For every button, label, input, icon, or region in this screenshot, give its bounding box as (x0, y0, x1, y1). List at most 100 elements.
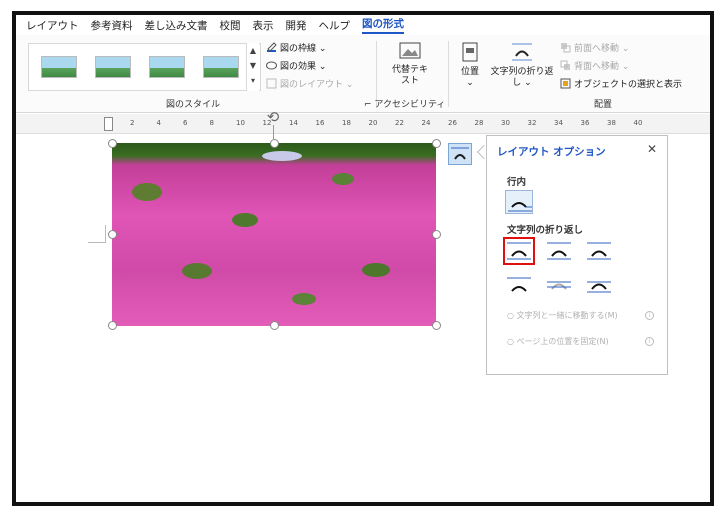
group-accessibility-label: ⌐ アクセシビリティ (364, 100, 446, 110)
ruler-number: 2 (130, 119, 135, 127)
wrap-square-option[interactable] (503, 237, 535, 265)
fix-position-option[interactable]: ○ ページ上の位置を固定(N) (507, 336, 627, 347)
group-picture-styles-label: 図のスタイル (166, 100, 221, 110)
horizontal-ruler[interactable]: 2 4 6 8 10 12 14 16 18 20 22 24 26 28 30 32 34 36 38 40 (16, 114, 710, 134)
chevron-up-icon[interactable]: ▲ (247, 43, 259, 58)
resize-handle[interactable] (108, 230, 117, 239)
picture-style-thumb[interactable] (149, 56, 185, 78)
alt-text-label: 代替テキスト (391, 65, 428, 86)
send-backward-icon (560, 60, 571, 74)
send-backward-label: 背面へ移動 (574, 62, 620, 72)
wrap-inline-icon (508, 202, 532, 212)
tab-picture-format[interactable]: 図の形式 (362, 16, 404, 34)
ruler-number: 6 (183, 119, 188, 127)
tab-references[interactable]: 参考資料 (91, 18, 133, 33)
tab-developer[interactable]: 開発 (286, 18, 307, 33)
wrap-in-front-icon (587, 281, 611, 293)
ruler-number: 40 (633, 119, 643, 127)
ruler-number: 36 (580, 119, 590, 127)
tab-help[interactable]: ヘルプ (319, 18, 351, 33)
tab-view[interactable]: 表示 (253, 18, 274, 33)
picture-border-button[interactable]: 図の枠線 ⌄ (266, 41, 326, 56)
wrap-text-label: 文字列の折り返し (490, 67, 554, 88)
picture-style-thumb[interactable] (203, 56, 239, 78)
selection-pane-label: オブジェクトの選択と表示 (574, 80, 683, 90)
indent-marker[interactable] (104, 117, 113, 131)
screenshot-frame: レイアウト 参考資料 差し込み文書 校閲 表示 開発 ヘルプ 図の形式 ▲ ▼ … (12, 11, 714, 506)
gallery-scroll[interactable]: ▲ ▼ ▾ (246, 43, 259, 91)
resize-handle[interactable] (270, 321, 279, 330)
picture-effects-button[interactable]: 図の効果 ⌄ (266, 59, 326, 74)
ruler-number: 8 (209, 119, 214, 127)
layout-options-button[interactable] (448, 143, 472, 165)
pane-title: レイアウト オプション (497, 146, 606, 158)
resize-handle[interactable] (432, 230, 441, 239)
bring-forward-button[interactable]: 前面へ移動 ⌄ (560, 41, 629, 56)
resize-handle[interactable] (108, 321, 117, 330)
alt-text-button[interactable]: 代替テキスト (388, 41, 432, 87)
picture-style-thumb[interactable] (95, 56, 131, 78)
wrap-top-bottom-option[interactable] (505, 272, 533, 296)
wrap-through-icon (587, 242, 611, 260)
position-label: 位置 (460, 67, 479, 77)
resize-handle[interactable] (432, 139, 441, 148)
section-inline: 行内 (507, 177, 527, 188)
resize-handle[interactable] (432, 321, 441, 330)
ruler-number: 4 (156, 119, 161, 127)
page-margin-corner (88, 225, 106, 243)
picture-styles-gallery (28, 43, 261, 91)
ruler-number: 34 (554, 119, 563, 127)
wrap-behind-text-icon (547, 281, 571, 290)
bring-forward-icon (560, 42, 571, 56)
tab-layout[interactable]: レイアウト (26, 18, 79, 33)
chevron-down-icon[interactable]: ▼ (247, 58, 259, 73)
bring-forward-label: 前面へ移動 (574, 44, 620, 54)
ruler-number: 24 (421, 119, 431, 127)
close-icon[interactable]: ✕ (647, 142, 657, 156)
position-button[interactable]: 位置 ⌄ (454, 41, 486, 89)
send-backward-button[interactable]: 背面へ移動 ⌄ (560, 59, 629, 74)
ruler-number: 22 (395, 119, 404, 127)
selection-pane-button[interactable]: オブジェクトの選択と表示 (560, 77, 682, 92)
wrap-tight-icon (547, 242, 571, 260)
inserted-picture[interactable] (112, 143, 436, 326)
rotate-handle-icon[interactable]: ⟲ (264, 108, 282, 126)
info-icon[interactable]: i (645, 311, 654, 320)
ruler-number: 30 (501, 119, 510, 127)
ruler-number: 32 (527, 119, 537, 127)
ruler-number: 38 (607, 119, 616, 127)
wrap-square-icon (507, 242, 531, 260)
picture-layout-label: 図のレイアウト (280, 80, 344, 90)
resize-handle[interactable] (108, 139, 117, 148)
picture-layout-button[interactable]: 図のレイアウト ⌄ (266, 77, 353, 92)
more-icon[interactable]: ▾ (247, 73, 259, 88)
layout-icon (266, 78, 277, 92)
wrap-through-option[interactable] (585, 239, 613, 263)
picture-style-thumb[interactable] (41, 56, 77, 78)
picture-border-label: 図の枠線 (280, 44, 317, 54)
ruler-number: 26 (448, 119, 457, 127)
wrap-tight-option[interactable] (545, 239, 573, 263)
layout-options-pane: レイアウト オプション ✕ 行内 文字列の折り返し ○ 文字列と一緒に移動する(… (486, 135, 668, 375)
alt-text-icon (388, 41, 432, 65)
position-icon (454, 41, 486, 67)
ruler-number: 10 (236, 119, 245, 127)
wrap-behind-text-option[interactable] (545, 272, 573, 296)
tab-review[interactable]: 校閲 (220, 18, 241, 33)
ruler-number: 20 (368, 119, 378, 127)
move-with-text-option[interactable]: ○ 文字列と一緒に移動する(M) (507, 310, 627, 321)
ribbon-tabs: レイアウト 参考資料 差し込み文書 校閲 表示 開発 ヘルプ 図の形式 (16, 15, 710, 35)
ruler-number: 28 (474, 119, 484, 127)
wrap-top-bottom-icon (507, 277, 531, 292)
tab-mailings[interactable]: 差し込み文書 (145, 18, 208, 33)
selection-pane-icon (560, 78, 571, 92)
wrap-inline-option[interactable] (505, 190, 533, 214)
ruler-number: 18 (342, 119, 351, 127)
wrap-text-button[interactable]: 文字列の折り返し ⌄ (490, 41, 554, 89)
wrap-text-icon (451, 147, 469, 160)
info-icon[interactable]: i (645, 337, 654, 346)
wrap-text-icon (490, 41, 554, 67)
wrap-in-front-option[interactable] (585, 272, 613, 296)
picture-effects-label: 図の効果 (280, 62, 317, 72)
resize-handle[interactable] (270, 139, 279, 148)
